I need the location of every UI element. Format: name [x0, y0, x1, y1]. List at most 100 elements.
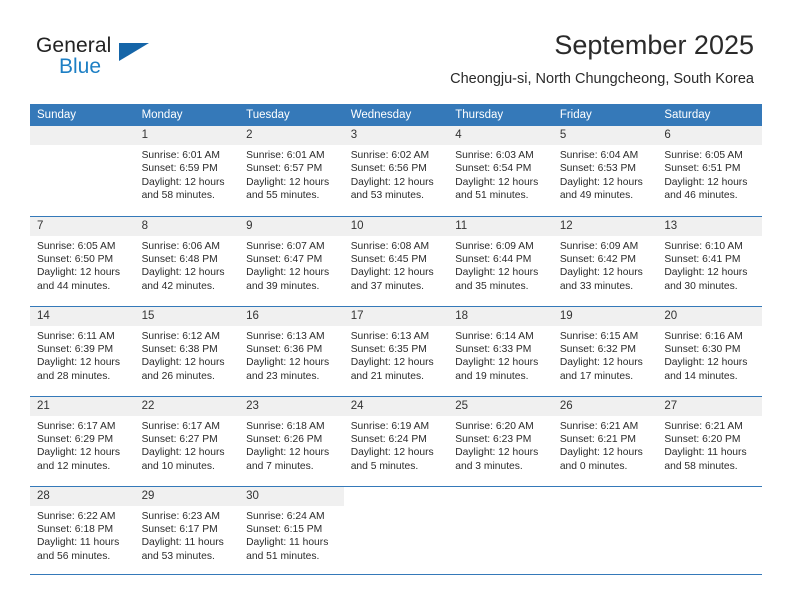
daylight-text: Daylight: 12 hours [141, 447, 225, 459]
calendar-day-2[interactable]: 2 Sunrise: 6:01 AM Sunset: 6:57 PM Daylight… [239, 126, 344, 216]
sunset-text: Sunset: 6:54 PM [455, 163, 532, 175]
calendar-day-6[interactable]: 6 Sunrise: 6:05 AM Sunset: 6:51 PM Daylight… [657, 126, 762, 216]
calendar-cell [657, 485, 762, 575]
sunset-text: Sunset: 6:32 PM [559, 343, 636, 355]
calendar-day-25[interactable]: 25 Sunrise: 6:20 AM Sunset: 6:23 PM Dayligh… [448, 396, 553, 486]
calendar-week-row: 28 Sunrise: 6:22 AM Sunset: 6:18 PM Dayligh… [30, 485, 762, 575]
calendar-day-12[interactable]: 12 Sunrise: 6:09 AM Sunset: 6:42 PM Dayligh… [552, 216, 658, 306]
calendar-day-28[interactable]: 28 Sunrise: 6:22 AM Sunset: 6:18 PM Dayligh… [30, 486, 135, 574]
calendar-day-8[interactable]: 8 Sunrise: 6:06 AM Sunset: 6:48 PM Daylight… [134, 216, 240, 306]
sunrise-text: Sunrise: 6:08 AM [350, 240, 430, 252]
calendar-week-row: 1 Sunrise: 6:01 AM Sunset: 6:59 PM Daylight… [30, 126, 762, 216]
calendar-page: General Blue September 2025 Cheongju-si,… [0, 0, 792, 612]
calendar-cell: 6 Sunrise: 6:05 AM Sunset: 6:51 PM Daylight… [657, 126, 762, 216]
brand-logo[interactable]: General Blue [36, 34, 176, 86]
daylight-text: and 44 minutes. [37, 280, 111, 292]
sunset-text: Sunset: 6:30 PM [664, 343, 741, 355]
daylight-text: Daylight: 12 hours [246, 176, 330, 188]
day-details: Sunrise: 6:01 AM Sunset: 6:59 PM Daylight:… [135, 145, 240, 203]
day-details: Sunrise: 6:20 AM Sunset: 6:23 PM Daylight:… [448, 416, 553, 474]
calendar-day-23[interactable]: 23 Sunrise: 6:18 AM Sunset: 6:26 PM Dayligh… [239, 396, 344, 486]
calendar-day-24[interactable]: 24 Sunrise: 6:19 AM Sunset: 6:24 PM Dayligh… [343, 396, 449, 486]
calendar-day-27[interactable]: 27 Sunrise: 6:21 AM Sunset: 6:20 PM Dayligh… [657, 396, 762, 486]
calendar-cell: 2 Sunrise: 6:01 AM Sunset: 6:57 PM Daylight… [239, 126, 344, 216]
daylight-text: Daylight: 11 hours [246, 537, 329, 549]
calendar-day-26[interactable]: 26 Sunrise: 6:21 AM Sunset: 6:21 PM Dayligh… [552, 396, 658, 486]
calendar-cell: 9 Sunrise: 6:07 AM Sunset: 6:47 PM Daylight… [239, 215, 344, 306]
daylight-text: and 12 minutes. [37, 460, 111, 472]
daylight-text: Daylight: 12 hours [455, 357, 539, 369]
page-title: September 2025 [554, 30, 754, 60]
day-details: Sunrise: 6:19 AM Sunset: 6:24 PM Daylight:… [344, 416, 449, 474]
day-details: Sunrise: 6:10 AM Sunset: 6:41 PM Daylight:… [657, 236, 762, 294]
calendar-day-17[interactable]: 17 Sunrise: 6:13 AM Sunset: 6:35 PM Dayligh… [343, 306, 449, 396]
weekday-header-wednesday: Wednesday [343, 104, 449, 126]
daylight-text: Daylight: 12 hours [455, 447, 539, 459]
day-number: 15 [134, 306, 240, 326]
calendar-day-5[interactable]: 5 Sunrise: 6:04 AM Sunset: 6:53 PM Daylight… [552, 126, 658, 216]
calendar-day-18[interactable]: 18 Sunrise: 6:14 AM Sunset: 6:33 PM Dayligh… [448, 306, 553, 396]
daylight-text: and 56 minutes. [37, 550, 111, 562]
daylight-text: and 55 minutes. [246, 190, 320, 202]
calendar-cell: 26 Sunrise: 6:21 AM Sunset: 6:21 PM Dayligh… [552, 395, 658, 486]
calendar-day-22[interactable]: 22 Sunrise: 6:17 AM Sunset: 6:27 PM Dayligh… [134, 396, 240, 486]
daylight-text: and 39 minutes. [246, 280, 320, 292]
sunrise-text: Sunrise: 6:06 AM [141, 240, 220, 252]
calendar-day-15[interactable]: 15 Sunrise: 6:12 AM Sunset: 6:38 PM Dayligh… [134, 306, 240, 396]
sunset-text: Sunset: 6:35 PM [350, 343, 427, 355]
calendar-day-10[interactable]: 10 Sunrise: 6:08 AM Sunset: 6:45 PM Dayligh… [343, 216, 449, 306]
calendar-cell: 28 Sunrise: 6:22 AM Sunset: 6:18 PM Dayligh… [30, 485, 135, 575]
day-details: Sunrise: 6:15 AM Sunset: 6:32 PM Daylight:… [553, 326, 658, 384]
calendar-day-13[interactable]: 13 Sunrise: 6:10 AM Sunset: 6:41 PM Dayligh… [657, 216, 762, 306]
sunrise-text: Sunrise: 6:24 AM [246, 510, 325, 522]
calendar-day-16[interactable]: 16 Sunrise: 6:13 AM Sunset: 6:36 PM Dayligh… [239, 306, 344, 396]
calendar-day-7[interactable]: 7 Sunrise: 6:05 AM Sunset: 6:50 PM Daylight… [30, 216, 135, 306]
day-number: 28 [30, 486, 135, 506]
daylight-text: Daylight: 12 hours [350, 267, 434, 279]
day-number [30, 126, 135, 145]
daylight-text: Daylight: 12 hours [141, 357, 225, 369]
daylight-text: Daylight: 12 hours [455, 176, 539, 188]
daylight-text: Daylight: 12 hours [37, 357, 120, 369]
day-number: 19 [552, 306, 658, 326]
sunset-text: Sunset: 6:50 PM [37, 253, 114, 265]
day-number: 14 [30, 306, 135, 326]
calendar-day-1[interactable]: 1 Sunrise: 6:01 AM Sunset: 6:59 PM Daylight… [134, 126, 240, 216]
weekday-header-sunday: Sunday [30, 104, 135, 126]
day-number [448, 487, 553, 506]
calendar-day-11[interactable]: 11 Sunrise: 6:09 AM Sunset: 6:44 PM Dayligh… [448, 216, 553, 306]
calendar-grid: Sunday Monday Tuesday Wednesday Thursday… [30, 104, 762, 575]
calendar-day-29[interactable]: 29 Sunrise: 6:23 AM Sunset: 6:17 PM Dayligh… [134, 486, 240, 574]
calendar-cell: 18 Sunrise: 6:14 AM Sunset: 6:33 PM Dayligh… [448, 305, 553, 396]
sunset-text: Sunset: 6:20 PM [664, 433, 741, 445]
sunset-text: Sunset: 6:57 PM [246, 163, 323, 175]
day-details: Sunrise: 6:03 AM Sunset: 6:54 PM Daylight:… [448, 145, 553, 203]
calendar-cell [343, 485, 449, 575]
day-number: 18 [448, 306, 553, 326]
sunset-text: Sunset: 6:53 PM [559, 163, 636, 175]
sunrise-text: Sunrise: 6:05 AM [664, 150, 743, 161]
daylight-text: and 0 minutes. [559, 460, 628, 472]
day-number [344, 487, 449, 506]
daylight-text: and 58 minutes. [664, 460, 738, 472]
calendar-day-9[interactable]: 9 Sunrise: 6:07 AM Sunset: 6:47 PM Daylight… [239, 216, 344, 306]
daylight-text: and 14 minutes. [664, 370, 738, 382]
sunrise-text: Sunrise: 6:04 AM [559, 150, 639, 161]
day-details: Sunrise: 6:21 AM Sunset: 6:20 PM Daylight:… [657, 416, 762, 474]
calendar-day-20[interactable]: 20 Sunrise: 6:16 AM Sunset: 6:30 PM Dayligh… [657, 306, 762, 396]
calendar-day-21[interactable]: 21 Sunrise: 6:17 AM Sunset: 6:29 PM Dayligh… [30, 396, 135, 486]
sunrise-text: Sunrise: 6:09 AM [455, 240, 534, 252]
calendar-day-4[interactable]: 4 Sunrise: 6:03 AM Sunset: 6:54 PM Daylight… [448, 126, 553, 216]
calendar-day-30[interactable]: 30 Sunrise: 6:24 AM Sunset: 6:15 PM Dayligh… [239, 486, 344, 574]
weekday-header-monday: Monday [134, 104, 240, 126]
sunset-text: Sunset: 6:17 PM [141, 523, 218, 535]
daylight-text: Daylight: 11 hours [37, 537, 120, 549]
daylight-text: and 30 minutes. [664, 280, 738, 292]
calendar-day-19[interactable]: 19 Sunrise: 6:15 AM Sunset: 6:32 PM Dayligh… [552, 306, 658, 396]
calendar-day-14[interactable]: 14 Sunrise: 6:11 AM Sunset: 6:39 PM Dayligh… [30, 306, 135, 396]
daylight-text: Daylight: 12 hours [350, 447, 434, 459]
calendar-day-3[interactable]: 3 Sunrise: 6:02 AM Sunset: 6:56 PM Daylight… [343, 126, 449, 216]
calendar-cell: 29 Sunrise: 6:23 AM Sunset: 6:17 PM Dayligh… [134, 485, 240, 575]
calendar-cell: 13 Sunrise: 6:10 AM Sunset: 6:41 PM Dayligh… [657, 215, 762, 306]
daylight-text: and 58 minutes. [141, 190, 215, 202]
